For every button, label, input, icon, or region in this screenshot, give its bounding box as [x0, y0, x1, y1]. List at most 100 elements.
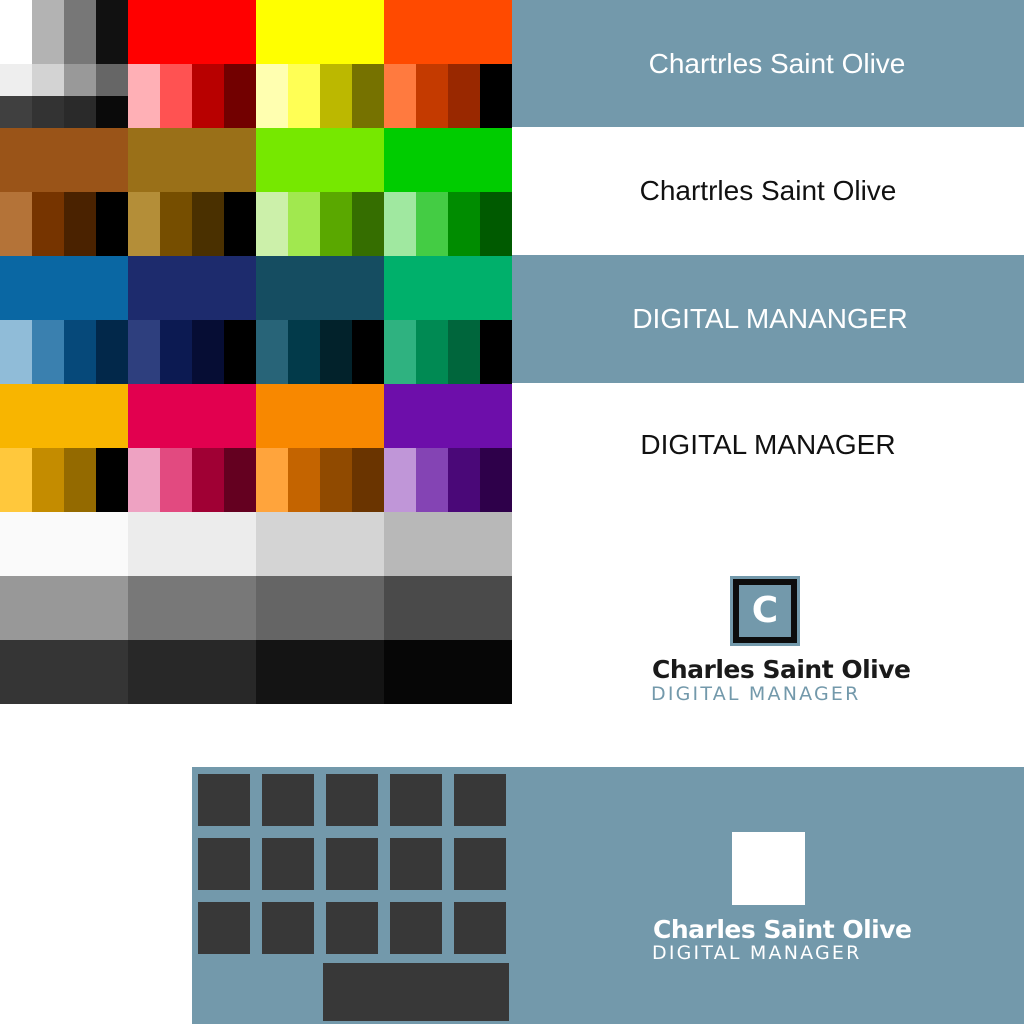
swatch-neutral: [384, 576, 512, 640]
tile: [262, 902, 314, 954]
swatch-shade: [416, 448, 448, 512]
swatch-neutral: [256, 576, 384, 640]
swatch-shade: [288, 320, 320, 384]
swatch-shade: [224, 320, 256, 384]
swatch-shade: [384, 64, 416, 128]
swatch-shade: [0, 448, 32, 512]
swatch-main: [384, 0, 512, 64]
swatch-shade: [192, 64, 224, 128]
logo-square-icon: [732, 832, 805, 905]
band-text: Chartrles Saint Olive: [648, 47, 906, 79]
swatch-neutral: [384, 512, 512, 576]
tile: [390, 838, 442, 890]
swatch-shade: [448, 320, 480, 384]
swatch-main: [128, 0, 256, 64]
swatch-shade: [256, 192, 288, 256]
tile: [454, 838, 506, 890]
swatch-shade: [64, 96, 96, 128]
swatch-shade: [192, 320, 224, 384]
tile: [326, 774, 378, 826]
swatch-main: [256, 128, 384, 192]
logo-letter: C: [739, 585, 791, 637]
swatch-shade: [96, 448, 128, 512]
swatch-shade: [160, 192, 192, 256]
swatch-main: [256, 384, 384, 448]
swatch-shade: [64, 64, 96, 96]
band-name-white: Chartrles Saint Olive: [512, 127, 1024, 255]
tile: [198, 838, 250, 890]
swatch-shade: [320, 64, 352, 128]
swatch-shade: [320, 192, 352, 256]
swatch-main: [128, 128, 256, 192]
swatch-shade: [352, 64, 384, 128]
swatch-shade: [288, 64, 320, 128]
swatch-shade: [480, 320, 512, 384]
swatch-neutral: [0, 512, 128, 576]
swatch-shade: [32, 96, 64, 128]
swatch-main: [0, 128, 128, 192]
swatch-shade: [384, 448, 416, 512]
swatch-shade: [0, 320, 32, 384]
band-text: Chartrles Saint Olive: [639, 175, 897, 206]
logo-c-icon: C: [730, 576, 800, 646]
swatch-neutral: [128, 640, 256, 704]
swatch-shade: [288, 192, 320, 256]
swatch-shade: [352, 192, 384, 256]
swatch-shade: [160, 448, 192, 512]
swatch-shade: [352, 448, 384, 512]
swatch-shade: [288, 448, 320, 512]
swatch-shade: [160, 64, 192, 128]
swatch-neutral: [384, 640, 512, 704]
logo-role: DIGITAL MANAGER: [652, 942, 862, 964]
logo-light: C Charles Saint Olive DIGITAL MANAGER: [600, 575, 940, 710]
swatch-shade: [96, 320, 128, 384]
swatch-shade: [480, 192, 512, 256]
swatch-shade: [256, 64, 288, 128]
tile: [262, 838, 314, 890]
swatch-shade: [96, 96, 128, 128]
swatch-shade: [384, 192, 416, 256]
swatch-main: [128, 384, 256, 448]
swatch-shade: [128, 192, 160, 256]
swatch-shade: [32, 64, 64, 96]
swatch-shade: [448, 192, 480, 256]
tile: [326, 838, 378, 890]
tile-wide: [323, 963, 509, 1021]
swatch-neutral: [256, 512, 384, 576]
swatch-shade: [0, 192, 32, 256]
swatch-shade: [32, 320, 64, 384]
swatch-shade: [96, 192, 128, 256]
swatch-neutral: [0, 576, 128, 640]
swatch-shade: [32, 448, 64, 512]
swatch-gray: [32, 0, 64, 64]
tile: [454, 902, 506, 954]
swatch-shade: [64, 320, 96, 384]
band-text: DIGITAL MANAGER: [640, 429, 896, 460]
swatch-main: [256, 256, 384, 320]
logo-dark-panel: Charles Saint Olive DIGITAL MANAGER: [192, 767, 1024, 1024]
swatch-shade: [224, 192, 256, 256]
swatch-neutral: [128, 576, 256, 640]
swatch-main: [0, 256, 128, 320]
swatch-shade: [224, 64, 256, 128]
band-role-white: DIGITAL MANAGER: [512, 383, 1024, 511]
swatch-shade: [192, 448, 224, 512]
swatch-shade: [64, 192, 96, 256]
swatch-shade: [64, 448, 96, 512]
logo-name: Charles Saint Olive: [653, 915, 912, 944]
swatch-shade: [0, 64, 32, 96]
swatch-main: [256, 0, 384, 64]
swatch-shade: [256, 448, 288, 512]
logo-name: Charles Saint Olive: [652, 655, 911, 684]
swatch-gray: [0, 0, 32, 64]
swatch-shade: [128, 64, 160, 128]
logo-role: DIGITAL MANAGER: [651, 683, 861, 705]
swatch-main: [384, 128, 512, 192]
swatch-shade: [384, 320, 416, 384]
tile: [198, 774, 250, 826]
swatch-shade: [224, 448, 256, 512]
band-name-blue: Chartrles Saint Olive: [512, 0, 1024, 127]
band-role-blue: DIGITAL MANANGER: [512, 255, 1024, 383]
swatch-shade: [448, 448, 480, 512]
swatch-neutral: [0, 640, 128, 704]
